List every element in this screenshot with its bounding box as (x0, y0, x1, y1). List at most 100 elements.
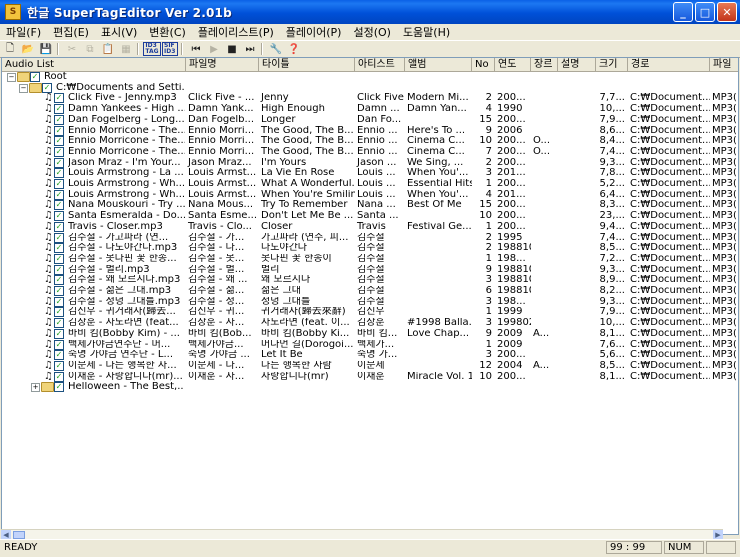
table-row[interactable]: ♫ ✓ Ennio Morricone - The... Ennio Morri...… (2, 125, 738, 137)
tree-folder[interactable]: − ✓ C:₩Documents and Setti... (2, 82, 738, 94)
row-checkbox[interactable]: ✓ (54, 286, 64, 296)
close-button[interactable]: ✕ (717, 2, 737, 22)
table-row[interactable]: ♫ ✓ Louis Armstrong - La ... Louis Armst...… (2, 168, 738, 179)
open-folder-icon[interactable]: 📂 (20, 42, 36, 56)
scroll-thumb[interactable] (13, 531, 25, 539)
play-icon[interactable]: ▶ (206, 42, 222, 56)
col-artist[interactable]: 아티스트 (355, 58, 405, 72)
previous-track-icon[interactable]: ⏮ (188, 42, 204, 56)
col-size[interactable]: 크기 (596, 58, 628, 72)
table-row[interactable]: ♫ ✓ Nana Mouskouri - Try ... Nana Mous... Tr… (2, 200, 738, 211)
table-row[interactable]: ♫ ✓ Dan Fogelberg - Long... Dan Fogelb... Lo… (2, 114, 738, 126)
row-checkbox[interactable]: ✓ (54, 104, 64, 115)
grid-icon[interactable]: ▦ (118, 42, 134, 56)
table-row[interactable]: ♫ ✓ 김장훈 - 사노라면 (feat... 김장훈 - 사... 사노라면 (fea… (2, 318, 738, 329)
row-checkbox[interactable]: ✓ (54, 318, 64, 329)
row-checkbox[interactable]: ✓ (54, 328, 64, 339)
table-row[interactable]: ♫ ✓ 김수철 - 나도야간다.mp3 김수철 - 나... 나도야간다 김수철 2 1988… (2, 243, 738, 254)
expand-icon[interactable]: + (31, 383, 40, 393)
col-path[interactable]: 경로 (628, 58, 710, 72)
table-row[interactable]: ♫ ✓ Click Five - Jenny.mp3 Click Five - ...… (2, 93, 738, 104)
table-row[interactable]: ♫ ✓ 이재훈 - 사랑합니다(mr)... 이재훈 - 사... 사랑합니다(mr) 이… (2, 371, 738, 383)
table-row[interactable]: ♫ ✓ Travis - Closer.mp3 Travis - Clo... Clos… (2, 221, 738, 233)
collapse-icon[interactable]: − (7, 73, 16, 82)
row-checkbox[interactable]: ✓ (54, 168, 64, 179)
col-desc[interactable]: 설명 (558, 58, 596, 72)
table-row[interactable]: ♫ ✓ 김수철 - 못다핀 꽃 한송... 김수철 - 못... 못다핀 꽃 한송이 김수… (2, 253, 738, 265)
audio-list-panel[interactable]: Audio List 파일명 타이틀 아티스트 앨범 No 연도 장르 설명 크… (1, 57, 739, 535)
next-track-icon[interactable]: ⏭ (242, 42, 258, 56)
row-checkbox[interactable]: ✓ (54, 243, 64, 254)
root-checkbox[interactable]: ✓ (30, 72, 40, 82)
col-audio-list[interactable]: Audio List (2, 58, 186, 72)
table-row[interactable]: ♫ ✓ 바비 킴(Bobby Kim) - ... 바비 킴(Bob... 바비 킴(B… (2, 328, 738, 340)
col-no[interactable]: No (472, 58, 495, 72)
row-checkbox[interactable]: ✓ (54, 232, 64, 243)
menu-file[interactable]: 파일(F) (0, 24, 47, 40)
title-bar[interactable]: S 한글 SuperTagEditor Ver 2.01b _ □ ✕ (0, 0, 740, 24)
row-checkbox[interactable]: ✓ (54, 339, 64, 350)
row-checkbox[interactable]: ✓ (54, 296, 64, 307)
row-checkbox[interactable]: ✓ (54, 189, 64, 200)
minimize-button[interactable]: _ (673, 2, 693, 22)
row-checkbox[interactable]: ✓ (54, 200, 64, 211)
table-row[interactable]: ♫ ✓ 김수철 - 정녕 그대를.mp3 김수철 - 정... 정녕 그대를 김수철 3 19… (2, 296, 738, 308)
row-checkbox[interactable]: ✓ (54, 360, 64, 371)
table-row[interactable]: ♫ ✓ Ennio Morricone - The... Ennio Morri...… (2, 136, 738, 147)
col-filetype[interactable]: 파일 (710, 58, 738, 72)
menu-playlist[interactable]: 플레이리스트(P) (192, 24, 280, 40)
row-checkbox[interactable]: ✓ (54, 350, 64, 361)
cut-icon[interactable]: ✂ (64, 42, 80, 56)
table-row[interactable]: ♫ ✓ 이문세 - 나는 행복한 사... 이문세 - 나... 나는 행복한 사람 이문… (2, 360, 738, 372)
row-checkbox[interactable]: ✓ (54, 125, 64, 136)
wrench-icon[interactable]: 🔧 (268, 42, 284, 56)
table-row[interactable]: ♫ ✓ Louis Armstrong - Wh... Louis Armst... W… (2, 179, 738, 190)
copy-icon[interactable]: ⧉ (82, 42, 98, 56)
menu-view[interactable]: 표시(V) (95, 24, 143, 40)
menu-settings[interactable]: 설정(O) (347, 24, 396, 40)
menu-help[interactable]: 도움말(H) (397, 24, 456, 40)
table-row[interactable]: ♫ ✓ 백제가야금연주단 - 머... 백제가야금... 머나먼 길(Dorogoi..… (2, 339, 738, 351)
paste-icon[interactable]: 📋 (100, 42, 116, 56)
table-row[interactable]: ♫ ✓ Damn Yankees - High ... Damn Yank... Hig… (2, 104, 738, 115)
id3-tag-icon[interactable]: ID3 TAG (143, 42, 161, 56)
stop-icon[interactable]: ■ (224, 42, 240, 56)
menu-convert[interactable]: 변환(C) (143, 24, 192, 40)
row-checkbox[interactable]: ✓ (54, 179, 64, 189)
table-row[interactable]: ♫ ✓ 김수철 - 왜 모르시나.mp3 김수철 - 왜 ... 왜 모르시나 김수철 3 1… (2, 275, 738, 286)
table-row[interactable]: ♫ ✓ 김신우 - 귀거래사(歸去... 김신우 - 귀... 귀거래사(歸去來辭) 김신… (2, 307, 738, 318)
table-row[interactable]: ♫ ✓ Ennio Morricone - The... Ennio Morri...… (2, 146, 738, 158)
subfolder-checkbox[interactable]: ✓ (54, 382, 64, 393)
help-icon[interactable]: ❓ (286, 42, 302, 56)
sif-id3-icon[interactable]: SIF ID3 (162, 42, 178, 56)
row-checkbox[interactable]: ✓ (54, 136, 64, 147)
col-filename[interactable]: 파일명 (186, 58, 259, 72)
row-checkbox[interactable]: ✓ (54, 211, 64, 222)
table-row[interactable]: ♫ ✓ 숙명 가야금 연주단 - L... 숙명 가야금 ... Let It Be 숙명… (2, 350, 738, 361)
col-title[interactable]: 타이틀 (259, 58, 355, 72)
row-checkbox[interactable]: ✓ (54, 157, 64, 168)
row-checkbox[interactable]: ✓ (54, 307, 64, 318)
collapse-icon[interactable]: − (19, 83, 28, 93)
menu-player[interactable]: 플레이어(P) (280, 24, 348, 40)
table-row[interactable]: ♫✓ 김수철 - 별리.mp3 김수철 - 별... 별리 김수철 9 198810 9,3.… (2, 264, 738, 276)
row-checkbox[interactable]: ✓ (54, 371, 64, 382)
tree-subfolder[interactable]: + ✓ Helloween - The Best,... (2, 382, 738, 393)
table-row[interactable]: ♫ ✓ 김수철 - 젊은 그대.mp3 김수철 - 젊... 젊은 그대 김수철 6 1988… (2, 286, 738, 297)
tree-root[interactable]: − ✓ Root (2, 72, 738, 83)
row-checkbox[interactable]: ✓ (54, 221, 64, 232)
row-checkbox[interactable]: ✓ (54, 275, 64, 286)
table-row[interactable]: ♫ ✓ Louis Armstrong - Wh... Louis Armst... W… (2, 189, 738, 201)
table-row[interactable]: ♫ ✓ Jason Mraz - I'm Your... Jason Mraz... I… (2, 157, 738, 169)
folder-checkbox[interactable]: ✓ (42, 82, 52, 93)
maximize-button[interactable]: □ (695, 2, 715, 22)
row-checkbox[interactable]: ✓ (54, 253, 64, 264)
col-album[interactable]: 앨범 (405, 58, 472, 72)
row-checkbox[interactable]: ✓ (54, 146, 64, 157)
save-icon[interactable]: 💾 (38, 42, 54, 56)
new-icon[interactable]: 🗋 (2, 42, 18, 56)
table-row[interactable]: ♫ ✓ 김수철 - 가고파라 (연... 김수철 - 가... 가고파라 (연주, 피.… (2, 232, 738, 244)
menu-edit[interactable]: 편집(E) (47, 24, 95, 40)
row-checkbox[interactable]: ✓ (54, 93, 64, 104)
col-genre[interactable]: 장르 (531, 58, 558, 72)
